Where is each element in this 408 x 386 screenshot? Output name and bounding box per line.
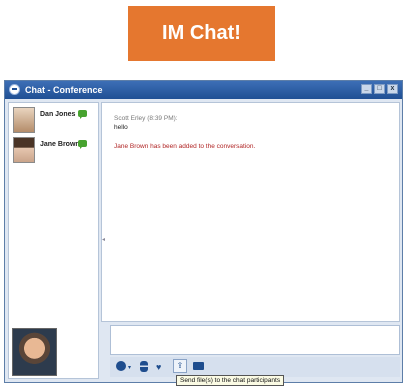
participant-name: Dan Jones <box>40 111 76 118</box>
folder-icon[interactable] <box>193 362 204 370</box>
maximize-button[interactable]: □ <box>374 84 385 94</box>
avatar <box>13 137 35 163</box>
message-input[interactable] <box>110 325 400 355</box>
participant-name: Jane Brown <box>40 141 80 148</box>
window-controls: _ □ x <box>361 84 398 94</box>
participant-jane-brown[interactable]: Jane Brown <box>11 136 96 164</box>
minimize-button[interactable]: _ <box>361 84 372 94</box>
conversation-area: Scott Erley (8:39 PM): hello Jane Brown … <box>101 102 400 322</box>
splitter-arrow-icon[interactable]: ◂ <box>102 236 105 243</box>
participant-dan-jones[interactable]: Dan Jones <box>11 106 96 134</box>
message-text: hello <box>114 124 128 131</box>
im-chat-banner: IM Chat! <box>128 6 275 61</box>
chat-toolbar: ▾ ♥ ⇪ <box>110 357 400 377</box>
user-icon[interactable] <box>140 361 148 372</box>
tooltip: Send file(s) to the chat participants <box>176 375 285 386</box>
send-file-icon[interactable]: ⇪ <box>173 359 187 373</box>
window-title: Chat - Conference <box>25 85 103 95</box>
self-avatar <box>12 328 57 376</box>
message-sender: Scott Erley (8:39 PM): <box>114 115 178 122</box>
title-bar[interactable]: Chat - Conference _ □ x <box>5 81 402 99</box>
heart-icon[interactable]: ♥ <box>156 363 161 372</box>
close-button[interactable]: x <box>387 84 398 94</box>
chat-bubble-icon <box>78 110 87 119</box>
chat-bubble-icon <box>78 140 87 149</box>
emoticon-icon[interactable] <box>116 361 126 371</box>
chat-window: Chat - Conference _ □ x Dan Jones Jane B… <box>4 80 403 383</box>
avatar <box>13 107 35 133</box>
participants-panel: Dan Jones Jane Brown <box>8 102 99 379</box>
chevron-down-icon[interactable]: ▾ <box>128 364 131 371</box>
app-icon <box>9 84 20 95</box>
system-message: Jane Brown has been added to the convers… <box>114 143 256 150</box>
